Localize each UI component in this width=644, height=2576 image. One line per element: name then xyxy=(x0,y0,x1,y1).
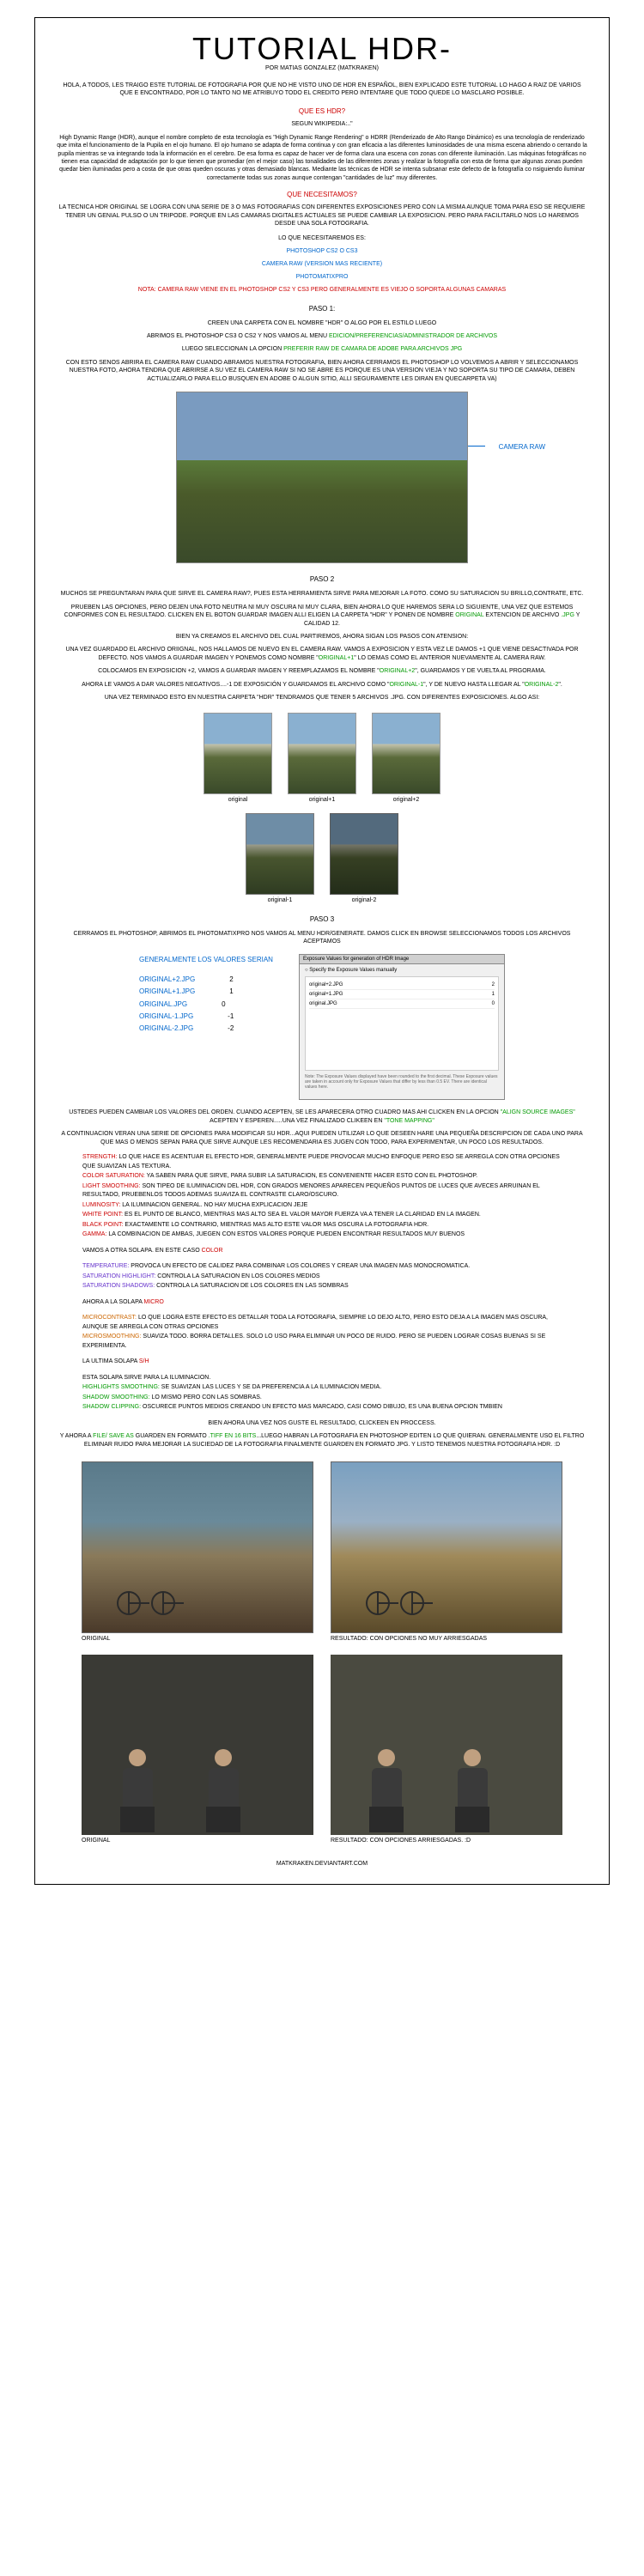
thumb-original-p1 xyxy=(288,713,356,794)
p1-line-4: CON ESTO SENOS ABRIRA EL CAMERA RAW CUAN… xyxy=(57,359,587,383)
paso-1-heading: PASO 1: xyxy=(57,305,587,313)
opt-lum: LUMINOSITY: LA ILUMINACION GENERAL. NO H… xyxy=(82,1201,562,1211)
p1-line-2: ABRIMOS EL PHOTOSHOP CS3 O CS2 Y NOS VAM… xyxy=(57,332,587,340)
opt-shc: SHADOW CLIPPING: OSCURECE PUNTOS MEDIOS … xyxy=(82,1403,562,1413)
camera-raw-label: CAMERA RAW xyxy=(499,443,545,451)
opt-gamma: GAMMA: LA COMBINACION DE AMBAS, JUEGEN C… xyxy=(82,1230,562,1240)
final-line-b: Y AHORA A FILE/ SAVE AS GUARDEN EN FORMA… xyxy=(57,1432,587,1449)
paso-3-heading: PASO 3 xyxy=(57,915,587,923)
needs-note: NOTA: CAMERA RAW VIENE EN EL PHOTOSHOP C… xyxy=(57,287,587,293)
opt-sats: SATURATION SHADOWS: CONTROLA LA SATURACI… xyxy=(82,1282,562,1291)
page-title: TUTORIAL HDR- xyxy=(57,31,587,67)
wiki-label: SEGUN WIKIPEDIA:.." xyxy=(57,120,587,128)
thumbnails-row-2: original-1 original-2 xyxy=(57,813,587,903)
opt-sath: SATURATION HIGHLIGHT: CONTROLA LA SATURA… xyxy=(82,1273,562,1282)
thumb-original-p2 xyxy=(372,713,440,794)
p1-line-1: CREEN UNA CARPETA CON EL NOMBRE "HDR" O … xyxy=(57,319,587,327)
p2-line-1: MUCHOS SE PREGUNTARAN PARA QUE SIRVE EL … xyxy=(57,590,587,598)
result2-hdr-image xyxy=(331,1655,562,1835)
opt-microc: MICROCONTRAST: LO QUE LOGRA ESTE EFECTO … xyxy=(82,1314,562,1332)
thumb-original-m1 xyxy=(246,813,314,895)
p2-line-3: BIEN YA CREAMOS EL ARCHIVO DEL CUAL PART… xyxy=(57,633,587,641)
camera-raw-screenshot xyxy=(176,392,468,563)
result1-hdr-image xyxy=(331,1461,562,1633)
intro-text: HOLA, A TODOS, LES TRAIGO ESTE TUTORIAL … xyxy=(57,82,587,97)
needs-label: LO QUE NECESITAREMOS ES: xyxy=(57,235,587,241)
author-line: POR MATIAS GONZALEZ (MATKRAKEN) xyxy=(57,65,587,71)
tecnica-text: LA TECNICA HDR ORIGINAL SE LOGRA CON UNA… xyxy=(57,204,587,228)
opt-wp: WHITE POINT: ES EL PUNTO DE BLANCO, MIEN… xyxy=(82,1211,562,1220)
result2-original-image xyxy=(82,1655,313,1835)
solapa-micro: AHORA A LA SOLAPA MICRO xyxy=(82,1298,562,1308)
dialog-title: Exposure Values for generation of HDR Im… xyxy=(300,955,504,964)
solapa-color: VAMOS A OTRA SOLAPA. EN ESTE CASO COLOR xyxy=(82,1247,562,1256)
needs-item-3: PHOTOMATIXPRO xyxy=(57,274,587,280)
result1-hdr-label: RESULTADO: CON OPCIONES NO MUY ARRIESGAD… xyxy=(331,1636,562,1642)
p2-line-7: UNA VEZ TERMINADO ESTO EN NUESTRA CARPET… xyxy=(57,694,587,702)
p2-line-2: PRUEBEN LAS OPCIONES, PERO DEJEN UNA FOT… xyxy=(57,604,587,628)
result1-original-image xyxy=(82,1461,313,1633)
opt-colorsat: COLOR SATURATION: YA SABEN PARA QUE SIRV… xyxy=(82,1172,562,1182)
wiki-text: High Dynamic Range (HDR), aunque el nomb… xyxy=(57,134,587,183)
heading-que-necesitamos: QUE NECESITAMOS? xyxy=(57,191,587,198)
p3-line-3: A CONTINUACION VERAN UNA SERIE DE OPCION… xyxy=(57,1130,587,1146)
p2-line-5: COLOCAMOS EN EXPOSICION +2, VAMOS A GUAR… xyxy=(57,667,587,675)
result1-original-label: ORIGINAL xyxy=(82,1636,313,1642)
paso-2-heading: PASO 2 xyxy=(57,575,587,583)
result2-hdr-label: RESULTADO: CON OPCIONES ARRIESGADAS. :D xyxy=(331,1838,562,1844)
arrow-icon xyxy=(468,446,485,447)
needs-item-1: PHOTOSHOP CS2 O CS3 xyxy=(57,248,587,254)
opt-strength: STRENGTH: LO QUE HACE ES ACENTUAR EL EFE… xyxy=(82,1153,562,1171)
opt-bp: BLACK POINT: EXACTAMENTE LO CONTRARIO, M… xyxy=(82,1221,562,1230)
p2-line-6: AHORA LE VAMOS A DAR VALORES NEGATIVOS..… xyxy=(57,681,587,689)
exposure-dialog: Exposure Values for generation of HDR Im… xyxy=(299,954,505,1100)
p2-line-4: UNA VEZ GUARDADO EL ARCHIVO ORIIGNAL, NO… xyxy=(57,646,587,662)
thumb-original xyxy=(204,713,272,794)
p3-line-2: USTEDES PUEDEN CAMBIAR LOS VALORES DEL O… xyxy=(57,1109,587,1125)
opt-temp: TEMPERATURE: PROVOCA UN EFECTO DE CALIDE… xyxy=(82,1262,562,1272)
footer-credit: MATKRAKEN.DEVIANTART.COM xyxy=(57,1861,587,1867)
opt-shs: SHADOW SMOOTHING: LO MISMO PERO CON LAS … xyxy=(82,1394,562,1403)
p3-line-1: CERRAMOS EL PHOTOSHOP, ABRIMOS EL PHOTOM… xyxy=(57,930,587,946)
heading-que-es-hdr: QUE ES HDR? xyxy=(57,107,587,115)
opt-micros: MICROSMOOTHING: SUAVIZA TODO. BORRA DETA… xyxy=(82,1333,562,1351)
result2-original-label: ORIGINAL xyxy=(82,1838,313,1844)
thumbnails-row-1: original original+1 original+2 xyxy=(57,713,587,803)
opt-lightsm: LIGHT SMOOTHING: SON TIPEO DE ILUMINACIO… xyxy=(82,1182,562,1200)
thumb-original-m2 xyxy=(330,813,398,895)
solapa-sh: LA ULTIMA SOLAPA S/H xyxy=(82,1358,562,1367)
opt-hls: HIGHLIGHTS SMOOTHING: SE SUAVIZAN LAS LU… xyxy=(82,1383,562,1393)
p1-line-3: LUEGO SELECCIONAN LA OPCION PREFERIR RAW… xyxy=(57,345,587,353)
needs-item-2: CAMERA RAW (VERSION MAS RECIENTE) xyxy=(57,261,587,267)
exposure-values-list: GENERALMENTE LOS VALORES SERIAN ORIGINAL… xyxy=(139,954,273,1035)
sh-intro: ESTA SOLAPA SIRVE PARA LA ILUMINACION. xyxy=(82,1374,562,1383)
final-line-a: BIEN AHORA UNA VEZ NOS GUSTE EL RESULTAD… xyxy=(57,1419,587,1427)
